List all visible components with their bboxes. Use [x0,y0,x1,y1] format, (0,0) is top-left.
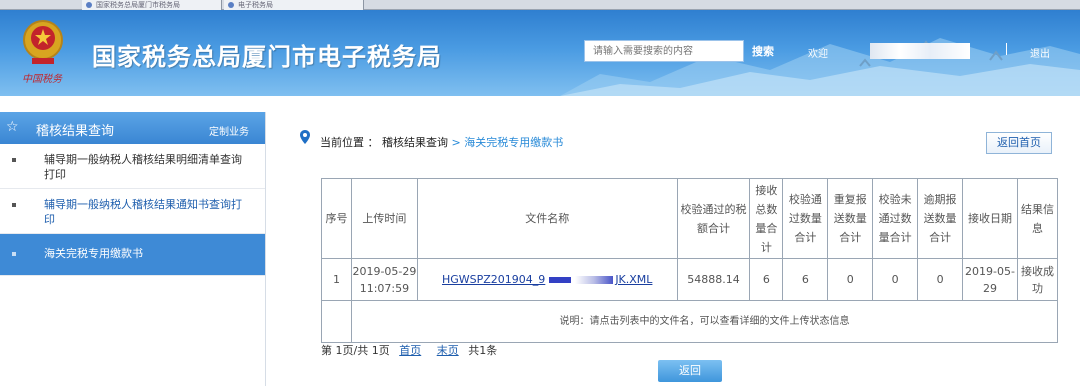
page-info: 第 1页/共 1页 [321,344,390,357]
redaction-mask [549,277,572,283]
browser-tab[interactable]: 电子税务局 [224,0,364,10]
sidebar-item-detail-list[interactable]: 辅导期一般纳税人稽核结果明细清单查询打印 [0,144,265,189]
brand-signature: 中国税务 [22,74,62,85]
breadcrumb: 当前位置 ： 稽核结果查询 > 海关完税专用缴款书 [320,134,563,150]
cell-result: 接收成功 [1016,258,1059,301]
national-emblem-icon [23,20,63,64]
site-header: 中国税务 国家税务总局厦门市电子税务局 搜索 欢迎 退出 [0,10,1080,96]
column-header: 校验通过数量合计 [782,178,829,259]
last-page-link[interactable]: 末页 [437,344,459,357]
column-header: 文件名称 [416,178,678,259]
file-name-link[interactable]: HGWSPZ201904_9 JK.XML [442,273,652,286]
file-name-prefix: HGWSPZ201904_9 [441,273,546,286]
table-note-row: 说明：请点击列表中的文件名，可以查看详细的文件上传状态信息 [321,300,1059,343]
browser-tab-favicon-icon [228,2,234,8]
bullet-icon [12,252,16,256]
cell-file-name: HGWSPZ201904_9 JK.XML [416,258,678,301]
cell-duplicate: 0 [827,258,874,301]
column-header: 接收日期 [962,178,1018,259]
bullet-icon [12,203,16,207]
custom-business-link[interactable]: 定制业务 [209,123,249,138]
search-input[interactable] [584,40,744,62]
redaction-mask [575,276,614,284]
table-note: 说明：请点击列表中的文件名，可以查看详细的文件上传状态信息 [350,300,1059,343]
bullet-icon [12,158,16,162]
cell-receive-date: 2019-05-29 [962,258,1018,301]
location-pin-icon [300,130,310,144]
sidebar-item-label: 海关完税专用缴款书 [44,247,143,260]
cell-index: 1 [321,258,352,301]
browser-tab-favicon-icon [86,2,92,8]
breadcrumb-parent[interactable]: 稽核结果查询 [382,136,448,149]
column-header: 重复报送数量合计 [827,178,874,259]
column-header: 接收总数量合计 [749,178,784,259]
browser-tab-strip: 国家税务总局厦门市税务局 电子税务局 [0,0,1080,10]
cell-empty [321,300,352,343]
browser-tab-label: 电子税务局 [238,1,273,9]
welcome-text: 欢迎 [808,49,828,60]
logout-link[interactable]: 退出 [1030,45,1050,60]
breadcrumb-label: 当前位置 ： [320,136,379,149]
file-name-suffix: JK.XML [615,273,653,286]
cell-received: 6 [749,258,784,301]
first-page-link[interactable]: 首页 [399,344,421,357]
pagination: 第 1页/共 1页 首页 末页 共1条 [321,342,497,358]
search-button[interactable]: 搜索 [752,43,774,59]
table-row: 1 2019-05-29 11:07:59 HGWSPZ201904_9 JK.X… [321,258,1059,301]
sidebar-item-label: 辅导期一般纳税人稽核结果明细清单查询打印 [44,153,242,181]
return-home-button[interactable]: 返回首页 [986,132,1052,154]
header-divider [1006,43,1007,55]
column-header: 逾期报送数量合计 [917,178,964,259]
column-header: 校验未通过数量合计 [872,178,919,259]
column-header: 校验通过的税额合计 [676,178,751,259]
sidebar: ☆ 稽核结果查询 定制业务 辅导期一般纳税人稽核结果明细清单查询打印 辅导期一般… [0,112,266,386]
browser-tab[interactable]: 国家税务总局厦门市税务局 [82,0,222,10]
cell-passed: 6 [782,258,829,301]
results-table: 序号 上传时间 文件名称 校验通过的税额合计 接收总数量合计 校验通过数量合计 … [321,178,1059,343]
browser-tab-label: 国家税务总局厦门市税务局 [96,1,180,9]
cell-overdue: 0 [917,258,964,301]
breadcrumb-separator: > [451,136,461,149]
back-button[interactable]: 返回 [658,360,722,382]
main-content: 当前位置 ： 稽核结果查询 > 海关完税专用缴款书 返回首页 序号 上传时间 文… [284,112,1080,386]
table-header-row: 序号 上传时间 文件名称 校验通过的税额合计 接收总数量合计 校验通过数量合计 … [321,178,1059,259]
cell-failed: 0 [872,258,919,301]
column-header: 序号 [321,178,352,259]
star-icon[interactable]: ☆ [6,119,19,135]
site-title: 国家税务总局厦门市电子税务局 [92,44,442,71]
column-header: 结果信息 [1016,178,1059,259]
total-count: 共1条 [468,344,498,357]
username-redacted [870,43,970,59]
sidebar-item-customs-payment[interactable]: 海关完税专用缴款书 [0,234,265,276]
sidebar-item-notice[interactable]: 辅导期一般纳税人稽核结果通知书查询打印 [0,189,265,234]
column-header: 上传时间 [350,178,418,259]
breadcrumb-current: 海关完税专用缴款书 [464,136,564,149]
cell-tax-total: 54888.14 [676,258,751,301]
sidebar-item-label: 辅导期一般纳税人稽核结果通知书查询打印 [44,198,242,226]
sidebar-header: ☆ 稽核结果查询 定制业务 [0,112,265,144]
sidebar-title: 稽核结果查询 [36,124,115,139]
cell-upload-time: 2019-05-29 11:07:59 [350,258,418,301]
